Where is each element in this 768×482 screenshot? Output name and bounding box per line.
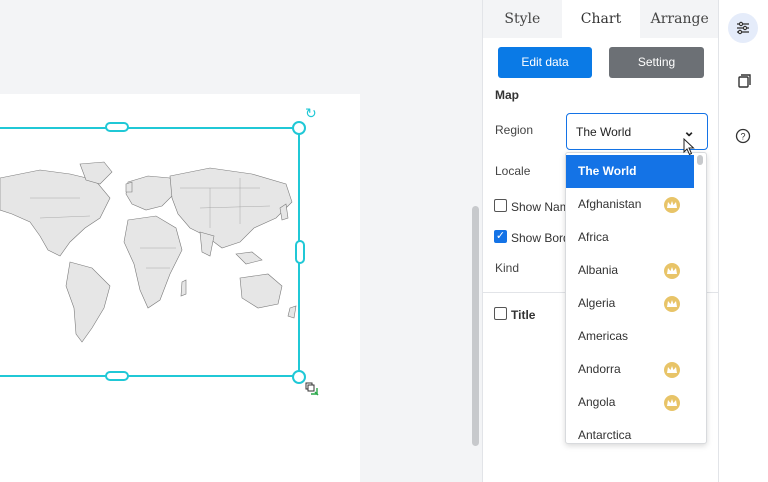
show-names-checkbox[interactable]	[494, 199, 507, 212]
dropdown-item-label: Afghanistan	[578, 197, 642, 211]
region-dropdown[interactable]: The World Afghanistan Africa Albania Alg…	[565, 152, 707, 444]
resize-handle-bottom[interactable]	[105, 371, 129, 381]
dropdown-item-africa[interactable]: Africa	[566, 221, 694, 254]
crown-icon	[664, 296, 680, 312]
svg-text:?: ?	[740, 132, 745, 142]
dropdown-scrollbar[interactable]	[697, 155, 703, 165]
dropdown-item-label: Algeria	[578, 296, 616, 310]
copy-icon[interactable]	[728, 66, 758, 96]
region-label: Region	[495, 123, 534, 137]
dropdown-item-algeria[interactable]: Algeria	[566, 287, 694, 320]
dropdown-item-label: Americas	[578, 329, 629, 343]
tab-style[interactable]: Style	[483, 0, 562, 38]
dropdown-item-afghanistan[interactable]: Afghanistan	[566, 188, 694, 221]
dropdown-item-label: Albania	[578, 263, 619, 277]
sliders-icon[interactable]	[728, 13, 758, 43]
show-border-checkbox[interactable]: ✓	[494, 230, 507, 243]
title-checkbox[interactable]	[494, 307, 507, 320]
canvas-area[interactable]: ↻	[0, 0, 482, 482]
mouse-cursor-icon	[683, 138, 695, 156]
resize-handle-top-right[interactable]	[292, 121, 306, 135]
dropdown-item-angola[interactable]: Angola	[566, 386, 694, 419]
help-icon[interactable]: ?	[728, 121, 758, 151]
selection-box[interactable]	[0, 127, 300, 377]
dropdown-item-label: The World	[578, 164, 637, 178]
panel-tabs: Style Chart Arrange	[483, 0, 719, 38]
rotate-icon[interactable]: ↻	[305, 106, 319, 120]
dropdown-item-albania[interactable]: Albania	[566, 254, 694, 287]
title-label: Title	[511, 308, 536, 322]
dropdown-item-label: Angola	[578, 395, 616, 409]
show-border-label: Show Bord	[511, 231, 570, 245]
tab-chart[interactable]: Chart	[561, 0, 641, 38]
show-names-label: Show Nam	[511, 200, 570, 214]
dropdown-item-the-world[interactable]: The World	[566, 155, 694, 188]
dropdown-item-label: Andorra	[578, 362, 621, 376]
dropdown-item-americas[interactable]: Americas	[566, 320, 694, 353]
dropdown-item-label: Africa	[578, 230, 609, 244]
crown-icon	[664, 362, 680, 378]
locale-label: Locale	[495, 164, 531, 178]
dropdown-item-andorra[interactable]: Andorra	[566, 353, 694, 386]
crown-icon	[664, 263, 680, 279]
resize-handle-top[interactable]	[105, 122, 129, 132]
canvas-scrollbar[interactable]	[472, 206, 479, 446]
dropdown-item-label: Antarctica	[578, 428, 632, 442]
crown-icon	[664, 395, 680, 411]
region-select-value: The World	[576, 125, 632, 139]
edit-data-button[interactable]: Edit data	[498, 47, 592, 78]
setting-button[interactable]: Setting	[609, 47, 704, 78]
resize-handle-right[interactable]	[295, 240, 305, 264]
section-title-map: Map	[495, 88, 519, 102]
transform-icon[interactable]	[304, 381, 322, 399]
dropdown-item-antarctica[interactable]: Antarctica	[566, 419, 694, 443]
crown-icon	[664, 197, 680, 213]
tab-arrange[interactable]: Arrange	[640, 0, 719, 38]
right-rail: ?	[718, 0, 768, 482]
kind-label: Kind	[495, 261, 520, 275]
